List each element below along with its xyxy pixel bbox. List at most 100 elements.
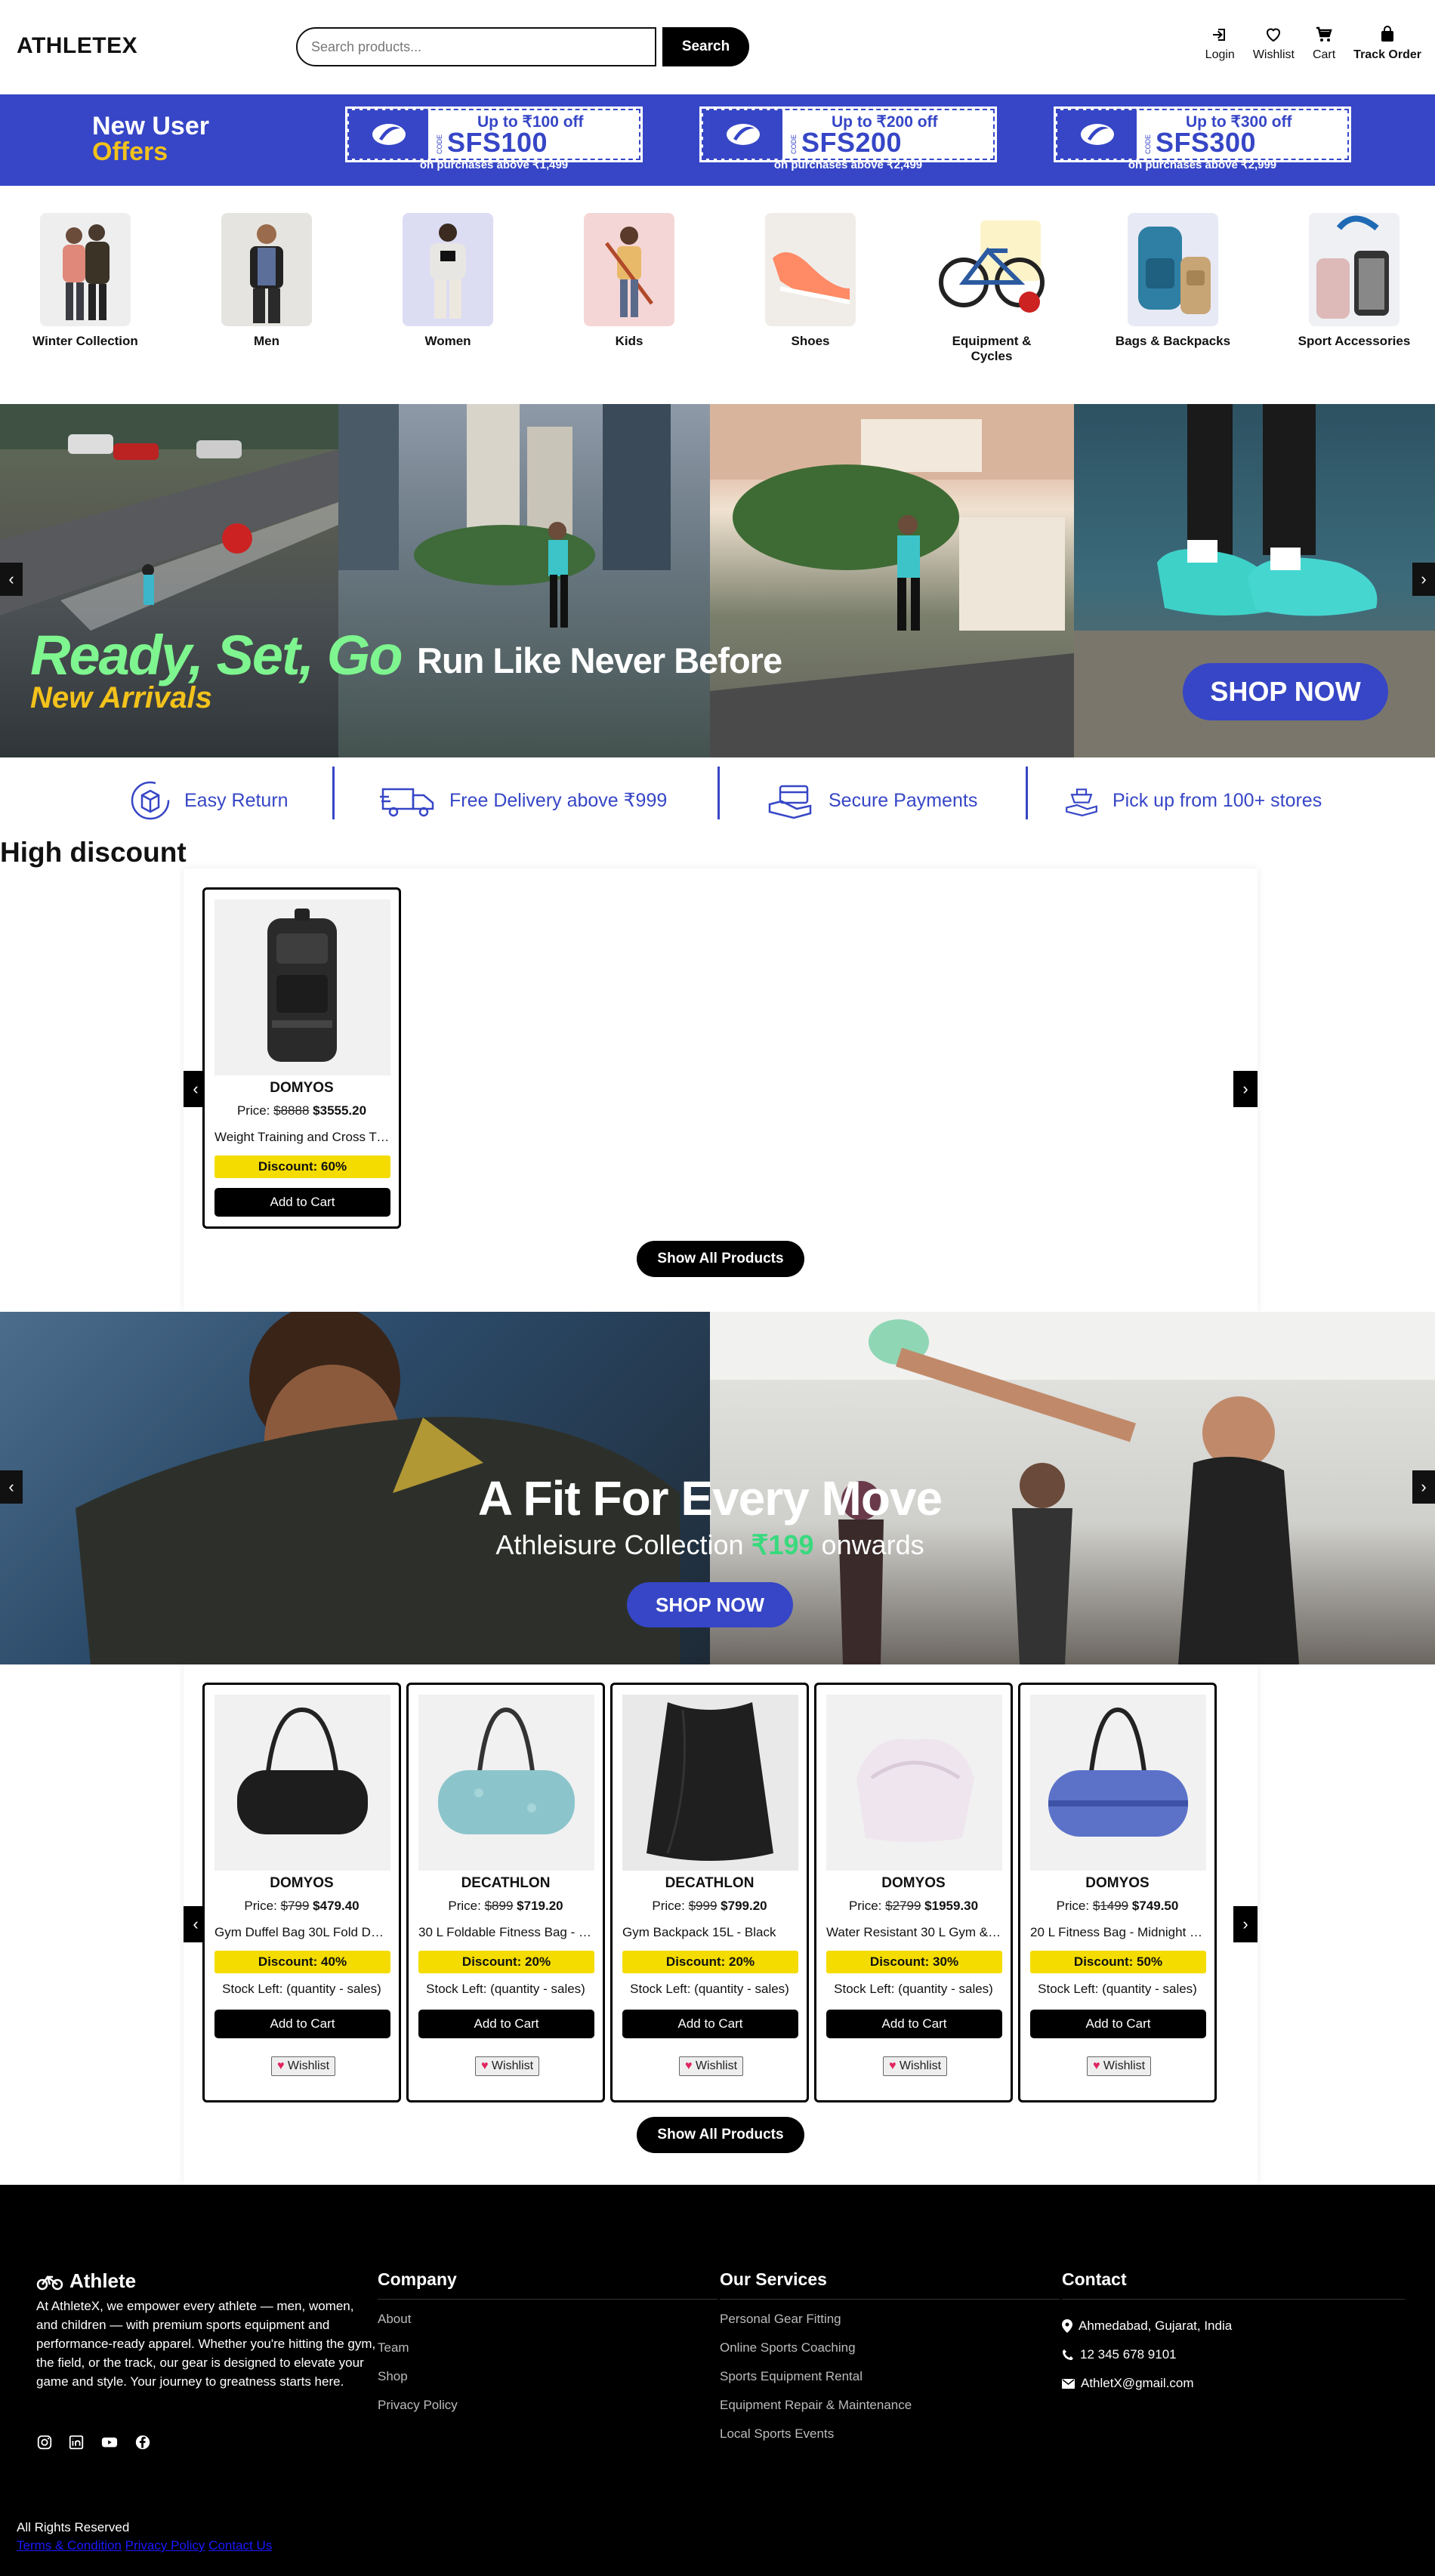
category-women[interactable]: Women [372, 208, 523, 349]
banner-next-arrow[interactable]: › [1412, 1470, 1435, 1504]
product-brand: DECATHLON [461, 1875, 551, 1891]
wishlist-button[interactable]: ♥ Wishlist [1087, 2056, 1151, 2076]
wishlist-button[interactable]: ♥ Wishlist [271, 2056, 335, 2076]
privacy-policy-link[interactable]: Privacy Policy [125, 2538, 205, 2553]
category-winter-collection[interactable]: Winter Collection [10, 208, 161, 349]
discount-badge: Discount: 60% [214, 1155, 390, 1178]
footer-service-link[interactable]: Online Sports Coaching [720, 2340, 1060, 2369]
footer-link-shop[interactable]: Shop [378, 2369, 718, 2398]
show-all-products-button[interactable]: Show All Products [637, 2117, 804, 2153]
category-label: Men [254, 334, 279, 348]
add-to-cart-button[interactable]: Add to Cart [622, 2010, 798, 2038]
site-header: ATHLETEX Search Login Wishlist Cart Trac… [0, 0, 1435, 94]
athleisure-banner[interactable]: A Fit For Every Move Athleisure Collecti… [0, 1312, 1435, 1664]
coupon-code-label: CODE [790, 134, 798, 154]
youtube-icon[interactable] [100, 2434, 119, 2451]
product-name[interactable]: 30 L Foldable Fitness Bag - Blue [418, 1925, 594, 1940]
contact-phone[interactable]: 12 345 678 9101 [1062, 2340, 1405, 2369]
hero-slider[interactable]: Ready, Set, Go New Arrivals Run Like Nev… [0, 404, 1435, 757]
coupon-card[interactable]: Up to ₹100 off CODE SFS100 [345, 106, 643, 162]
hero-image-panel [338, 404, 710, 757]
header-actions: Login Wishlist Cart Track Order [1205, 26, 1421, 62]
product-name[interactable]: Gym Backpack 15L - Black [622, 1925, 798, 1940]
footer-link-about[interactable]: About [378, 2312, 718, 2340]
product-image [622, 1695, 798, 1871]
terms-link[interactable]: Terms & Condition [17, 2538, 122, 2553]
footer-service-link[interactable]: Equipment Repair & Maintenance [720, 2398, 1060, 2426]
stock-left: Stock Left: (quantity - sales) [1038, 1982, 1197, 1996]
footer-link-team[interactable]: Team [378, 2340, 718, 2369]
wishlist-button[interactable]: ♥ Wishlist [475, 2056, 539, 2076]
add-to-cart-button[interactable]: Add to Cart [214, 1188, 390, 1217]
price-final: $3555.20 [313, 1103, 367, 1118]
product-name[interactable]: Water Resistant 30 L Gym & Yoga Bag [826, 1925, 1002, 1940]
category-men[interactable]: Men [191, 208, 342, 349]
brand-swoosh-icon [1081, 124, 1114, 145]
feature-label: Free Delivery above ₹999 [449, 790, 668, 811]
category-label: Shoes [791, 334, 830, 348]
add-to-cart-button[interactable]: Add to Cart [826, 2010, 1002, 2038]
login-link[interactable]: Login [1205, 26, 1235, 62]
track-order-link[interactable]: Track Order [1353, 26, 1421, 62]
discount-badge: Discount: 50% [1030, 1951, 1206, 1973]
linkedin-icon[interactable] [68, 2434, 85, 2451]
add-to-cart-button[interactable]: Add to Cart [418, 2010, 594, 2038]
wishlist-button[interactable]: ♥ Wishlist [679, 2056, 743, 2076]
product-brand: DOMYOS [1085, 1875, 1150, 1891]
footer-link-privacy[interactable]: Privacy Policy [378, 2398, 718, 2426]
contact-email[interactable]: AthletX@gmail.com [1062, 2369, 1405, 2398]
envelope-icon [1062, 2378, 1075, 2389]
add-to-cart-button[interactable]: Add to Cart [214, 2010, 390, 2038]
coupon-card[interactable]: Up to ₹300 off CODE SFS300 [1054, 106, 1351, 162]
search-input[interactable] [296, 27, 656, 66]
product-card[interactable]: DOMYOS Price: $799 $479.40 Gym Duffel Ba… [202, 1683, 401, 2102]
heart-icon [1267, 28, 1281, 42]
search-button[interactable]: Search [662, 27, 749, 66]
instagram-icon[interactable] [36, 2434, 53, 2451]
category-shoes[interactable]: Shoes [735, 208, 886, 349]
price-mrp: $2799 [885, 1899, 921, 1913]
product-brand: DECATHLON [665, 1875, 755, 1891]
footer-service-link[interactable]: Personal Gear Fitting [720, 2312, 1060, 2340]
category-kids[interactable]: Kids [554, 208, 705, 349]
category-bags-backpacks[interactable]: Bags & Backpacks [1097, 208, 1248, 349]
footer-service-link[interactable]: Local Sports Events [720, 2426, 1060, 2455]
product-name[interactable]: 20 L Fitness Bag - Midnight Blue [1030, 1925, 1206, 1940]
footer-service-link[interactable]: Sports Equipment Rental [720, 2369, 1060, 2398]
wishlist-button[interactable]: ♥ Wishlist [883, 2056, 947, 2076]
product-price: Price: $799 $479.40 [205, 1899, 399, 1914]
contact-us-link[interactable]: Contact Us [208, 2538, 272, 2553]
product-name[interactable]: Weight Training and Cross Training Backp… [214, 1130, 390, 1145]
store-pickup-icon [1066, 788, 1097, 816]
banner-shop-now-button[interactable]: SHOP NOW [627, 1582, 793, 1627]
product-card[interactable]: DECATHLON Price: $999 $799.20 Gym Backpa… [610, 1683, 809, 2102]
product-card[interactable]: DOMYOS Price: $8888 $3555.20 Weight Trai… [202, 887, 401, 1229]
footer-brand[interactable]: Athlete [36, 2269, 136, 2293]
product-name[interactable]: Gym Duffel Bag 30L Fold Down - Black [214, 1925, 390, 1940]
footer-services: Our Services Personal Gear Fitting Onlin… [720, 2269, 1060, 2455]
category-image [584, 213, 674, 326]
product-card[interactable]: DECATHLON Price: $899 $719.20 30 L Folda… [406, 1683, 605, 2102]
shelf-next-arrow[interactable]: › [1233, 1906, 1258, 1942]
category-sport-accessories[interactable]: Sport Accessories [1279, 208, 1430, 349]
add-to-cart-button[interactable]: Add to Cart [1030, 2010, 1206, 2038]
wishlist-link[interactable]: Wishlist [1253, 26, 1295, 62]
banner-prev-arrow[interactable]: ‹ [0, 1470, 23, 1504]
new-user-offers-banner[interactable]: New User Offers Up to ₹100 off CODE SFS1… [0, 94, 1435, 186]
cart-link[interactable]: Cart [1313, 26, 1335, 62]
hero-prev-arrow[interactable]: ‹ [0, 563, 23, 596]
hero-next-arrow[interactable]: › [1412, 563, 1435, 596]
heart-icon: ♥ [276, 2059, 285, 2072]
product-card[interactable]: DOMYOS Price: $2799 $1959.30 Water Resis… [814, 1683, 1013, 2102]
product-card[interactable]: DOMYOS Price: $1499 $749.50 20 L Fitness… [1018, 1683, 1217, 2102]
hero-shop-now-button[interactable]: SHOP NOW [1183, 663, 1388, 720]
show-all-products-button[interactable]: Show All Products [637, 1241, 804, 1277]
login-label: Login [1205, 48, 1235, 61]
coupon-card[interactable]: Up to ₹200 off CODE SFS200 [699, 106, 997, 162]
shelf-next-arrow[interactable]: › [1233, 1071, 1258, 1107]
category-equipment-cycles[interactable]: Equipment & Cycles [916, 208, 1067, 364]
feature-label: Pick up from 100+ stores [1113, 789, 1322, 811]
coupon-code-label: CODE [436, 134, 443, 154]
facebook-icon[interactable] [134, 2434, 151, 2451]
site-logo[interactable]: ATHLETEX [17, 33, 137, 59]
